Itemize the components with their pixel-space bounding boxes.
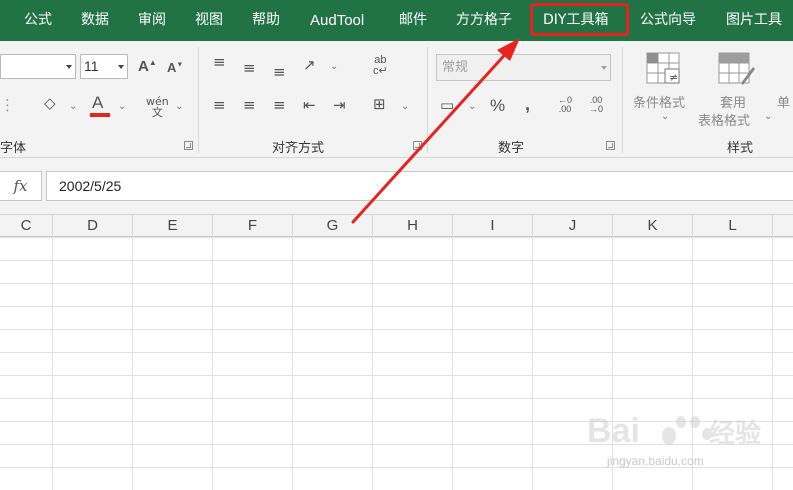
align-right-icon[interactable]: ≡ bbox=[273, 98, 286, 113]
align-middle-icon[interactable]: ≡ bbox=[243, 61, 256, 76]
comma-style-icon[interactable]: , bbox=[525, 95, 530, 113]
group-label-font: 字体 bbox=[0, 141, 27, 156]
table-format-icon[interactable] bbox=[717, 51, 757, 87]
align-top-icon[interactable]: ≡ bbox=[213, 55, 226, 70]
svg-text:经验: 经验 bbox=[709, 418, 761, 449]
chevron-down-icon[interactable]: ⌄ bbox=[69, 101, 77, 112]
decrease-indent-icon[interactable]: ⇤ bbox=[303, 98, 316, 113]
column-header-d[interactable]: D bbox=[53, 215, 133, 237]
chevron-down-icon[interactable]: ⌄ bbox=[175, 101, 183, 112]
group-label-number: 数字 bbox=[498, 141, 525, 156]
chevron-down-icon[interactable]: ⌄ bbox=[468, 101, 476, 112]
font-name-select[interactable] bbox=[0, 54, 76, 79]
formula-bar: fx 2002/5/25 bbox=[0, 158, 793, 214]
chevron-down-icon bbox=[66, 65, 72, 69]
column-header-l[interactable]: L bbox=[693, 215, 773, 237]
column-header-h[interactable]: H bbox=[373, 215, 453, 237]
highlight-box bbox=[530, 3, 629, 36]
grid-line bbox=[372, 237, 373, 490]
grid-line bbox=[132, 237, 133, 490]
font-size-select[interactable]: 11 bbox=[80, 54, 128, 79]
decrease-font-icon[interactable]: A▼ bbox=[167, 61, 183, 74]
grid-line bbox=[452, 237, 453, 490]
group-label-alignment: 对齐方式 bbox=[272, 141, 325, 156]
align-center-icon[interactable]: ≡ bbox=[243, 98, 256, 113]
grid-line bbox=[212, 237, 213, 490]
tab-review[interactable]: 审阅 bbox=[138, 0, 166, 41]
chevron-down-icon[interactable]: ⌄ bbox=[118, 101, 126, 112]
tab-data[interactable]: 数据 bbox=[81, 0, 109, 41]
svg-text:Bai: Bai bbox=[587, 412, 640, 450]
formula-input[interactable]: 2002/5/25 bbox=[46, 171, 793, 201]
tab-audtool[interactable]: AudTool bbox=[310, 0, 364, 41]
grid-line bbox=[52, 237, 53, 490]
chevron-down-icon[interactable]: ⌄ bbox=[401, 101, 409, 112]
group-divider bbox=[198, 47, 199, 153]
conditional-format-label[interactable]: 条件格式 bbox=[633, 92, 685, 111]
font-size-value: 11 bbox=[84, 58, 99, 74]
chevron-down-icon bbox=[118, 65, 124, 69]
column-header-f[interactable]: F bbox=[213, 215, 293, 237]
font-color-icon[interactable]: A bbox=[92, 94, 103, 111]
percent-style-icon[interactable]: % bbox=[490, 97, 505, 114]
group-divider bbox=[427, 47, 428, 153]
conditional-format-icon[interactable]: ≠ bbox=[645, 51, 681, 87]
tab-mailings[interactable]: 邮件 bbox=[399, 0, 427, 41]
tab-formulas[interactable]: 公式 bbox=[24, 0, 52, 41]
merge-center-icon[interactable]: ⊞ bbox=[373, 97, 386, 112]
chevron-down-icon bbox=[601, 66, 607, 70]
number-dialog-launcher-icon[interactable] bbox=[606, 141, 615, 150]
increase-indent-icon[interactable]: ⇥ bbox=[333, 98, 346, 113]
alignment-dialog-launcher-icon[interactable] bbox=[413, 141, 422, 150]
font-color-bar bbox=[90, 113, 110, 117]
accounting-format-icon[interactable]: ▭ bbox=[440, 98, 454, 113]
group-divider bbox=[622, 47, 623, 153]
chevron-down-icon[interactable]: ⌄ bbox=[661, 111, 669, 122]
tab-picture-tools[interactable]: 图片工具 bbox=[726, 0, 782, 41]
fill-color-icon[interactable]: ◇ bbox=[44, 96, 56, 111]
tab-view[interactable]: 视图 bbox=[195, 0, 223, 41]
align-bottom-icon[interactable]: ≡ bbox=[273, 65, 286, 80]
column-header-j[interactable]: J bbox=[533, 215, 613, 237]
tab-fangfang-grid[interactable]: 方方格子 bbox=[456, 0, 512, 41]
watermark-url: jingyan.baidu.com bbox=[607, 454, 704, 468]
font-dialog-launcher-icon[interactable] bbox=[184, 141, 193, 150]
decrease-decimal-icon[interactable]: .00 →0 bbox=[589, 96, 603, 114]
table-format-label-line2[interactable]: 表格格式 bbox=[698, 110, 750, 129]
column-header-c[interactable]: C bbox=[0, 215, 53, 237]
orientation-icon[interactable]: ↗ bbox=[303, 58, 316, 73]
grid-line bbox=[292, 237, 293, 490]
phonetic-guide-icon[interactable]: wén 文 bbox=[146, 96, 169, 118]
grid-line bbox=[532, 237, 533, 490]
border-icon[interactable]: ⋮ bbox=[0, 98, 15, 113]
ribbon-tab-bar: 公式 数据 审阅 视图 帮助 AudTool 邮件 方方格子 DIY工具箱 公式… bbox=[0, 0, 793, 41]
column-header-i[interactable]: I bbox=[453, 215, 533, 237]
svg-text:≠: ≠ bbox=[669, 71, 678, 84]
cell-styles-label[interactable]: 单 bbox=[777, 92, 790, 111]
chevron-down-icon[interactable]: ⌄ bbox=[330, 61, 338, 72]
number-format-select[interactable]: 常规 bbox=[436, 54, 611, 81]
column-header-k[interactable]: K bbox=[613, 215, 693, 237]
table-format-label-line1[interactable]: 套用 bbox=[720, 92, 746, 111]
chevron-down-icon[interactable]: ⌄ bbox=[764, 111, 772, 122]
wrap-text-icon[interactable]: ab c↵ bbox=[373, 55, 388, 77]
increase-decimal-icon[interactable]: ←0 .00 bbox=[558, 96, 572, 114]
insert-function-button[interactable]: fx bbox=[0, 171, 42, 201]
increase-font-icon[interactable]: A▲ bbox=[138, 59, 157, 75]
column-header-e[interactable]: E bbox=[133, 215, 213, 237]
column-header-bar: C D E F G H I J K L bbox=[0, 214, 793, 237]
tab-formula-wizard[interactable]: 公式向导 bbox=[640, 0, 696, 41]
column-header-g[interactable]: G bbox=[293, 215, 373, 237]
number-format-value: 常规 bbox=[442, 60, 469, 75]
group-label-styles: 样式 bbox=[727, 141, 754, 156]
tab-help[interactable]: 帮助 bbox=[252, 0, 280, 41]
align-left-icon[interactable]: ≡ bbox=[213, 98, 226, 113]
ribbon-panel: 11 A▲ A▼ ⋮ ◇ ⌄ A ⌄ wén 文 ⌄ 字体 ≡ ≡ ≡ ↗ ⌄ ≡… bbox=[0, 41, 793, 158]
